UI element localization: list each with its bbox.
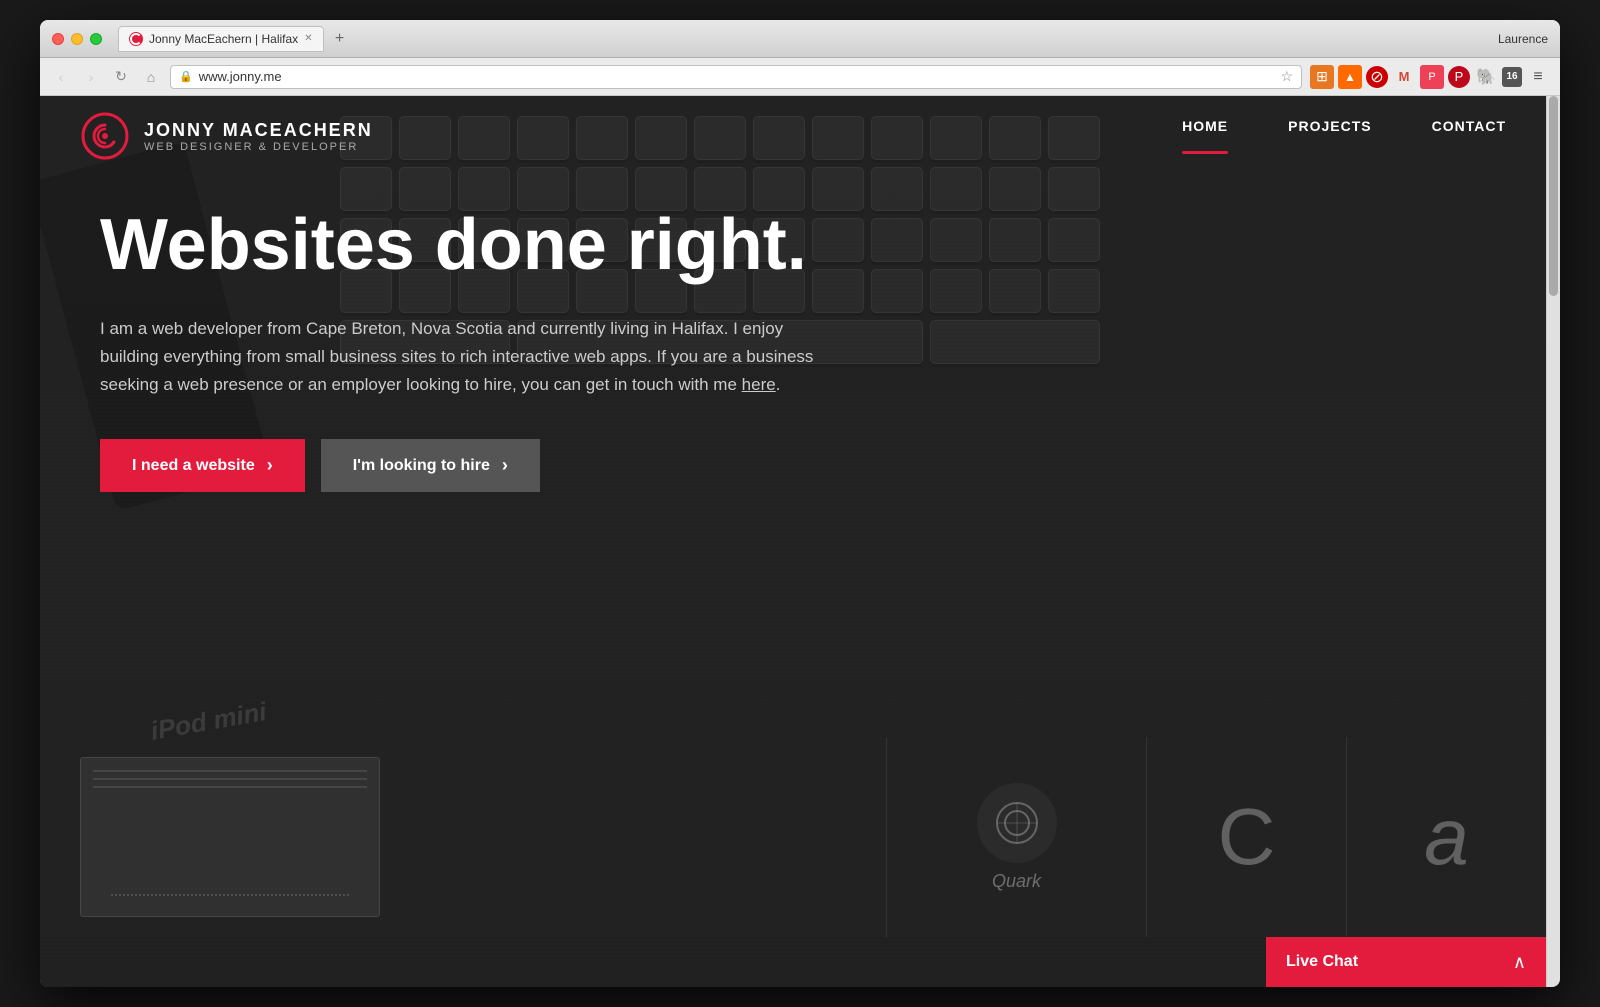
home-button[interactable]: ⌂ [140, 66, 162, 88]
forward-button[interactable]: › [80, 66, 102, 88]
refresh-button[interactable]: ↻ [110, 66, 132, 88]
block-icon[interactable]: ⊘ [1366, 66, 1388, 88]
project-quark-item: Quark [886, 737, 1146, 937]
new-tab-button[interactable]: + [328, 27, 352, 51]
traffic-lights [52, 33, 102, 45]
c-label: C [1218, 791, 1276, 883]
toolbar-icons: ⊞ ▲ ⊘ M P P 🐘 16 ≡ [1310, 65, 1550, 89]
live-chat-label: Live Chat [1286, 953, 1513, 971]
need-website-label: I need a website [132, 457, 255, 475]
nav-link-home[interactable]: HOME [1182, 118, 1228, 154]
quark-label: Quark [992, 871, 1041, 892]
project-a-item: a [1346, 737, 1546, 937]
menu-icon[interactable]: ≡ [1526, 65, 1550, 89]
browser-tab[interactable]: Jonny MacEachern | Halifax ✕ [118, 26, 324, 52]
scrollbar-thumb[interactable] [1549, 96, 1558, 296]
site-nav: JONNY MACEACHERN WEB DESIGNER & DEVELOPE… [40, 96, 1546, 176]
lock-icon: 🔒 [179, 70, 193, 83]
logo-icon [80, 111, 130, 161]
hero-content: Websites done right. I am a web develope… [100, 206, 1480, 492]
layers-icon[interactable]: ⊞ [1310, 65, 1334, 89]
pocket-icon[interactable]: P [1420, 65, 1444, 89]
logo-text: JONNY MACEACHERN WEB DESIGNER & DEVELOPE… [144, 120, 373, 153]
quark-logo-circle [977, 783, 1057, 863]
need-website-button[interactable]: I need a website › [100, 439, 305, 492]
chart-icon[interactable]: ▲ [1338, 65, 1362, 89]
live-chat-chevron-icon: ∧ [1513, 952, 1526, 973]
gmail-icon[interactable]: M [1392, 65, 1416, 89]
need-website-arrow-icon: › [267, 455, 273, 476]
mac-window: Jonny MacEachern | Halifax ✕ + Laurence … [40, 20, 1560, 987]
notebook-preview [80, 757, 380, 917]
tab-area: Jonny MacEachern | Halifax ✕ + [118, 26, 1498, 52]
nav-link-projects[interactable]: PROJECTS [1288, 118, 1371, 154]
tab-close-button[interactable]: ✕ [304, 33, 312, 44]
back-button[interactable]: ‹ [50, 66, 72, 88]
website-content: iPod mini JONNY MACEACHERN WEB DESIGNER … [40, 96, 1560, 987]
project-paper-item [40, 737, 886, 937]
projects-preview: Quark C a [40, 737, 1546, 937]
project-c-item: C [1146, 737, 1346, 937]
bookmark-star-icon[interactable]: ☆ [1280, 68, 1293, 85]
close-button[interactable] [52, 33, 64, 45]
logo-subtitle: WEB DESIGNER & DEVELOPER [144, 141, 373, 153]
number-badge-icon[interactable]: 16 [1502, 67, 1522, 87]
address-bar: ‹ › ↻ ⌂ 🔒 www.jonny.me ☆ ⊞ ▲ ⊘ M P P 🐘 1… [40, 58, 1560, 96]
hero-headline: Websites done right. [100, 206, 1480, 285]
looking-to-hire-label: I'm looking to hire [353, 457, 490, 475]
fullscreen-button[interactable] [90, 33, 102, 45]
logo-name: JONNY MACEACHERN [144, 120, 373, 141]
site-nav-links: HOME PROJECTS CONTACT [1182, 118, 1506, 154]
quark-logo-icon [987, 793, 1047, 853]
tab-favicon [129, 32, 143, 46]
looking-to-hire-arrow-icon: › [502, 455, 508, 476]
pinterest-icon[interactable]: P [1448, 66, 1470, 88]
evernote-icon[interactable]: 🐘 [1474, 65, 1498, 89]
user-name: Laurence [1498, 32, 1548, 46]
title-bar: Jonny MacEachern | Halifax ✕ + Laurence [40, 20, 1560, 58]
a-label: a [1424, 791, 1469, 883]
site-logo: JONNY MACEACHERN WEB DESIGNER & DEVELOPE… [80, 111, 373, 161]
scrollbar[interactable] [1546, 96, 1560, 987]
live-chat-widget[interactable]: Live Chat ∧ [1266, 937, 1546, 987]
minimize-button[interactable] [71, 33, 83, 45]
looking-to-hire-button[interactable]: I'm looking to hire › [321, 439, 540, 492]
hero-buttons: I need a website › I'm looking to hire › [100, 439, 1480, 492]
url-bar[interactable]: 🔒 www.jonny.me ☆ [170, 65, 1302, 89]
hero-link[interactable]: here [742, 375, 776, 394]
url-text: www.jonny.me [199, 69, 1275, 84]
tab-title: Jonny MacEachern | Halifax [149, 32, 298, 46]
hero-body: I am a web developer from Cape Breton, N… [100, 315, 820, 399]
nav-link-contact[interactable]: CONTACT [1432, 118, 1506, 154]
